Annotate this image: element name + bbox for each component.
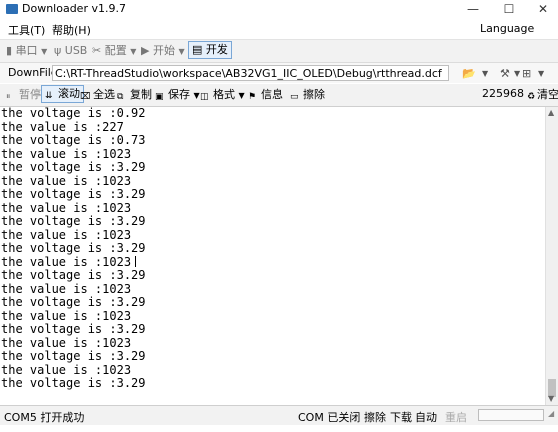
info-button[interactable]: ⚑ 信息 xyxy=(248,87,283,103)
file-path-input[interactable]: C:\RT-ThreadStudio\workspace\AB32VG1_IIC… xyxy=(52,65,449,81)
pause-button[interactable]: ⏸ 暂停 xyxy=(6,87,41,103)
menu-language[interactable]: Language xyxy=(480,22,534,35)
console-line: the value is :1023 xyxy=(1,200,132,215)
maximize-button[interactable]: ☐ xyxy=(494,0,524,18)
console-line: the voltage is :3.29 xyxy=(1,241,146,255)
status-bar: COM5 打开成功 COM 已关闭 擦除 下载 自动 重启 xyxy=(0,405,558,425)
resize-grip-icon[interactable]: ◢ xyxy=(548,409,554,418)
erase-icon: ▭ xyxy=(290,92,299,102)
console-line: the value is :227 xyxy=(1,119,124,134)
folder-icon[interactable]: 📂 xyxy=(462,67,476,80)
chevron-down-icon[interactable]: ▼ xyxy=(538,69,544,78)
develop-icon: ▤ xyxy=(192,43,203,56)
save-icon: ▣ xyxy=(155,92,164,102)
select-all-button[interactable]: ⌧ 全选 xyxy=(80,87,115,103)
console-line: the value is :1023 xyxy=(1,362,132,377)
chevron-down-icon: ▼ xyxy=(238,91,245,100)
develop-button[interactable]: ▤ 开发 xyxy=(188,41,232,59)
tools-icon: ✂ xyxy=(92,44,102,57)
mode-toolbar: ▮ 串口 ▼ ψ USB ✂ 配置 ▼ ▶ 开始 ▼ ▤ 开发 xyxy=(0,40,558,63)
chevron-down-icon: ▼ xyxy=(178,47,185,56)
scroll-button[interactable]: ⇊ 滚动 xyxy=(41,85,84,103)
console-line: the voltage is :0.92 xyxy=(1,107,146,120)
status-port-open: COM5 打开成功 xyxy=(4,411,85,424)
chevron-down-icon: ▼ xyxy=(41,47,48,56)
chevron-down-icon[interactable]: ▼ xyxy=(514,69,520,78)
console-toolbar: ⏸ 暂停 ⇊ 滚动 ⌧ 全选 ⧉ 复制 ▣ 保存 ▼ ◫ 格式 ▼ ⚑ 信息 ▭ 擦除 2259… xyxy=(0,84,558,107)
status-auto: 自动 xyxy=(415,411,437,424)
downfile-label: DownFile xyxy=(8,66,58,79)
chevron-down-icon: ▼ xyxy=(130,47,137,56)
usb-button[interactable]: ψ USB xyxy=(54,43,87,59)
console-line: the value is :1023 xyxy=(1,146,132,161)
text-cursor xyxy=(135,255,137,267)
export-icon[interactable]: ⊞ xyxy=(522,67,531,80)
format-icon: ◫ xyxy=(200,92,209,102)
wrench-icon[interactable]: ⚒ xyxy=(500,67,510,80)
status-download: 下载 xyxy=(390,411,412,424)
clear-icon: ♻ xyxy=(527,92,536,102)
status-restart: 重启 xyxy=(445,411,467,424)
copy-button[interactable]: ⧉ 复制 xyxy=(117,87,152,103)
window-title: Downloader v1.9.7 xyxy=(22,2,126,15)
select-all-icon: ⌧ xyxy=(80,92,91,102)
status-port-closed: COM 已关闭 xyxy=(298,411,361,424)
console-line: the voltage is :3.29 xyxy=(1,349,146,363)
clear-button[interactable]: ♻ 清空 xyxy=(527,87,558,103)
menu-bar: 工具(T) 帮助(H) Language xyxy=(0,19,558,40)
console-output[interactable]: the voltage is :0.92 the value is :227 the… xyxy=(0,107,545,405)
chevron-down-icon[interactable]: ▼ xyxy=(482,69,488,78)
serial-button[interactable]: ▮ 串口 ▼ xyxy=(6,43,47,59)
pause-icon: ⏸ xyxy=(6,92,11,102)
start-button[interactable]: ▶ 开始 ▼ xyxy=(141,43,185,59)
info-icon: ⚑ xyxy=(248,92,257,102)
console-line: the value is :1023 xyxy=(1,281,132,296)
chevron-down-icon: ▼ xyxy=(193,91,200,100)
config-button[interactable]: ✂ 配置 ▼ xyxy=(92,43,136,59)
console-line: the value is :1023 xyxy=(1,227,132,242)
copy-icon: ⧉ xyxy=(117,92,124,102)
scroll-down-icon[interactable]: ▼ xyxy=(548,394,554,403)
byte-counter: 225968 xyxy=(482,87,524,100)
console-line: the voltage is :3.29 xyxy=(1,187,146,201)
console-line: the voltage is :3.29 xyxy=(1,376,146,390)
console-line: the voltage is :3.29 xyxy=(1,268,146,282)
console-line: the value is :1023 xyxy=(1,308,132,323)
console-line: the voltage is :3.29 xyxy=(1,322,146,336)
app-icon xyxy=(6,4,18,14)
format-button[interactable]: ◫ 格式 ▼ xyxy=(200,87,245,103)
title-bar: Downloader v1.9.7 — ☐ ✕ xyxy=(0,0,558,18)
save-button[interactable]: ▣ 保存 ▼ xyxy=(155,87,200,103)
menu-help[interactable]: 帮助(H) xyxy=(52,22,91,38)
console-line: the value is :1023 xyxy=(1,335,132,350)
console-line: the value is :1023 xyxy=(0,255,545,270)
erase-button[interactable]: ▭ 擦除 xyxy=(290,87,325,103)
console-line: the voltage is :3.29 xyxy=(1,160,146,174)
plug-icon: ▮ xyxy=(6,44,13,57)
console-line: the voltage is :3.29 xyxy=(1,295,146,309)
status-erase: 擦除 xyxy=(364,411,386,424)
scroll-up-icon[interactable]: ▲ xyxy=(548,108,554,117)
console-line: the voltage is :0.73 xyxy=(1,133,146,147)
menu-tools[interactable]: 工具(T) xyxy=(8,22,45,38)
vertical-scrollbar[interactable]: ▲ ▼ xyxy=(545,107,558,405)
close-button[interactable]: ✕ xyxy=(528,0,558,18)
console-line: the value is :1023 xyxy=(1,173,132,188)
file-path-bar: DownFile C:\RT-ThreadStudio\workspace\AB… xyxy=(0,63,558,83)
play-icon: ▶ xyxy=(141,44,150,57)
usb-icon: ψ xyxy=(54,44,62,57)
minimize-button[interactable]: — xyxy=(458,0,488,18)
scroll-icon: ⇊ xyxy=(45,91,53,101)
console-line: the voltage is :3.29 xyxy=(1,214,146,228)
status-progress-bar xyxy=(478,409,544,421)
